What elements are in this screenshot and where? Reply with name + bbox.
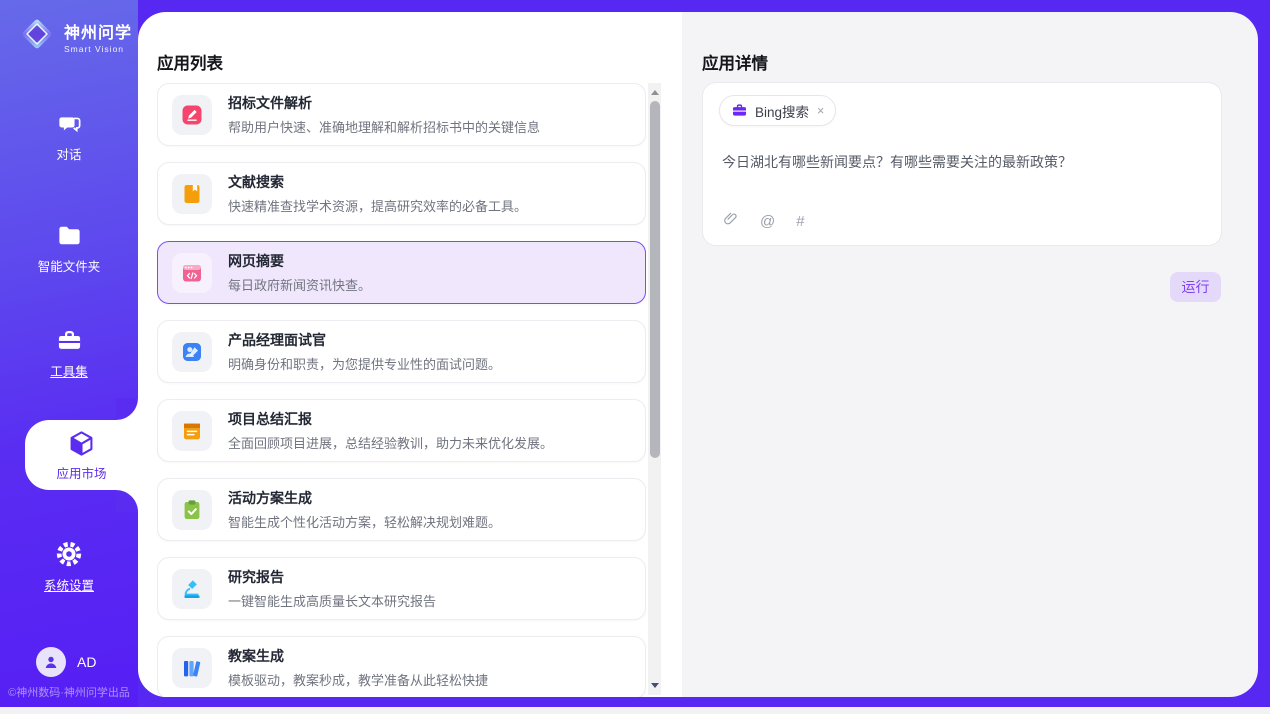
brand-name: 神州问学	[64, 19, 132, 43]
edit-icon	[172, 95, 212, 135]
calendar-note-icon	[172, 411, 212, 451]
cube-icon	[67, 429, 96, 458]
sidebar: 神州问学 Smart Vision 对话智能文件夹工具集应用市场系统设置 AD …	[0, 0, 138, 707]
app-card-description: 每日政府新闻资讯快查。	[228, 275, 371, 294]
sidebar-item-chat[interactable]: 对话	[0, 110, 138, 163]
app-list-scrollbar[interactable]	[648, 83, 661, 695]
app-card[interactable]: 活动方案生成智能生成个性化活动方案，轻松解决规划难题。	[157, 478, 646, 541]
tool-chip-bing-search[interactable]: Bing搜索 ×	[719, 95, 836, 126]
app-card-description: 帮助用户快速、准确地理解和解析招标书中的关键信息	[228, 117, 540, 136]
app-card-title: 研究报告	[228, 567, 436, 587]
prompt-card: Bing搜索 × 今日湖北有哪些新闻要点？有哪些需要关注的最新政策？ @ #	[702, 82, 1222, 246]
mention-icon[interactable]: @	[760, 213, 775, 230]
app-card-title: 产品经理面试官	[228, 330, 501, 350]
copyright-footer: ©神州数码·神州问学出品	[0, 684, 138, 700]
sidebar-item-label: 系统设置	[44, 575, 94, 594]
brand-tagline: Smart Vision	[64, 44, 132, 54]
app-card-description: 明确身份和职责，为您提供专业性的面试问题。	[228, 354, 501, 373]
chat-icon	[56, 110, 83, 137]
tool-chip-label: Bing搜索	[755, 101, 809, 121]
app-card[interactable]: 产品经理面试官明确身份和职责，为您提供专业性的面试问题。	[157, 320, 646, 383]
user-initials: AD	[77, 654, 96, 670]
interview-icon	[172, 332, 212, 372]
sidebar-item-label: 对话	[56, 144, 81, 163]
app-card[interactable]: 文献搜索快速精准查找学术资源，提高研究效率的必备工具。	[157, 162, 646, 225]
sidebar-item-label: 应用市场	[56, 463, 106, 482]
app-detail-panel: 应用详情 Bing搜索 × 今日湖北有哪些新闻要点？有哪些需要关注的最新政策？	[682, 12, 1258, 697]
app-card[interactable]: 项目总结汇报全面回顾项目进展，总结经验教训，助力未来优化发展。	[157, 399, 646, 462]
app-window: 神州问学 Smart Vision 对话智能文件夹工具集应用市场系统设置 AD …	[0, 0, 1270, 714]
app-card-title: 项目总结汇报	[228, 409, 553, 429]
brand-logo: 神州问学 Smart Vision	[18, 15, 132, 58]
sidebar-item-gear[interactable]: 系统设置	[0, 540, 138, 594]
sidebar-item-cube-active[interactable]: 应用市场	[25, 420, 138, 490]
diamond-icon	[18, 15, 56, 58]
browser-code-icon	[172, 253, 212, 293]
run-button[interactable]: 运行	[1170, 272, 1221, 302]
app-card-description: 模板驱动，教案秒成，教学准备从此轻松快捷	[228, 670, 488, 689]
app-card[interactable]: 网页摘要每日政府新闻资讯快查。	[157, 241, 646, 304]
app-list: 招标文件解析帮助用户快速、准确地理解和解析招标书中的关键信息文献搜索快速精准查找…	[157, 83, 646, 697]
toolbox-icon	[56, 327, 83, 354]
app-card[interactable]: 招标文件解析帮助用户快速、准确地理解和解析招标书中的关键信息	[157, 83, 646, 146]
sidebar-item-label: 智能文件夹	[38, 256, 101, 275]
books-icon	[172, 648, 212, 688]
paperclip-icon[interactable]	[722, 211, 739, 232]
app-card-description: 全面回顾项目进展，总结经验教训，助力未来优化发展。	[228, 433, 553, 452]
app-card-title: 教案生成	[228, 646, 488, 666]
scrollbar-thumb[interactable]	[650, 101, 660, 458]
app-card-title: 网页摘要	[228, 251, 371, 271]
app-card-title: 文献搜索	[228, 172, 527, 192]
book-icon	[172, 174, 212, 214]
microscope-icon	[172, 569, 212, 609]
clipboard-check-icon	[172, 490, 212, 530]
app-card-description: 一键智能生成高质量长文本研究报告	[228, 591, 436, 610]
app-card-title: 招标文件解析	[228, 93, 540, 113]
scroll-up-icon[interactable]	[651, 90, 659, 95]
scroll-down-icon[interactable]	[651, 683, 659, 688]
app-list-panel: 应用列表 招标文件解析帮助用户快速、准确地理解和解析招标书中的关键信息文献搜索快…	[138, 12, 682, 697]
sidebar-item-folder[interactable]: 智能文件夹	[0, 222, 138, 275]
app-card-description: 快速精准查找学术资源，提高研究效率的必备工具。	[228, 196, 527, 215]
app-card-title: 活动方案生成	[228, 488, 501, 508]
person-icon	[42, 653, 60, 671]
avatar[interactable]	[36, 647, 66, 677]
prompt-input[interactable]: 今日湖北有哪些新闻要点？有哪些需要关注的最新政策？	[722, 153, 1203, 173]
close-icon[interactable]: ×	[817, 104, 824, 118]
app-detail-title: 应用详情	[702, 50, 768, 74]
app-card[interactable]: 研究报告一键智能生成高质量长文本研究报告	[157, 557, 646, 620]
briefcase-icon	[731, 102, 748, 119]
app-list-title: 应用列表	[157, 50, 223, 74]
sidebar-item-toolbox[interactable]: 工具集	[0, 327, 138, 380]
sidebar-item-label: 工具集	[50, 361, 88, 380]
hashtag-icon[interactable]: #	[796, 213, 804, 230]
input-toolbar: @ #	[722, 211, 805, 232]
gear-icon	[55, 540, 83, 568]
nav-active-fillet-top	[116, 398, 138, 420]
app-card[interactable]: 教案生成模板驱动，教案秒成，教学准备从此轻松快捷	[157, 636, 646, 697]
folder-icon	[56, 222, 83, 249]
app-card-description: 智能生成个性化活动方案，轻松解决规划难题。	[228, 512, 501, 531]
user-account[interactable]: AD	[36, 647, 96, 677]
nav-active-fillet-bottom	[116, 490, 138, 512]
